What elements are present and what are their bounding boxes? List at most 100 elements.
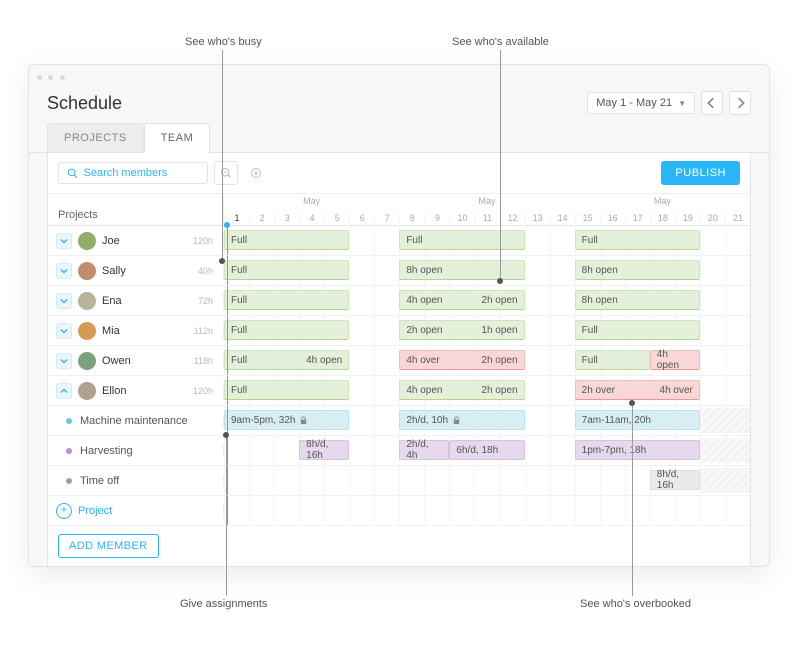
search-input-wrap[interactable] (58, 162, 208, 184)
assignment-block[interactable]: 8h/d, 16h (650, 470, 700, 490)
toolbar: PUBLISH (48, 153, 750, 194)
search-input[interactable] (84, 167, 200, 179)
callout-overbooked: See who's overbooked (580, 598, 691, 610)
availability-block[interactable]: Full (224, 320, 349, 340)
callout-busy-line (222, 50, 223, 258)
collapse-toggle[interactable] (56, 383, 72, 399)
chevron-down-icon (60, 327, 68, 335)
availability-block[interactable]: Full (575, 230, 700, 250)
expand-toggle[interactable] (56, 233, 72, 249)
day-col: 6 (349, 213, 374, 223)
day-col: 16 (600, 213, 625, 223)
availability-block[interactable]: 4h open2h open (399, 380, 524, 400)
assignment-block[interactable]: 1pm-7pm, 18h (575, 440, 700, 460)
availability-block[interactable]: 8h open (575, 260, 700, 280)
expand-toggle[interactable] (56, 263, 72, 279)
day-col: 10 (449, 213, 474, 223)
callout-busy: See who's busy (185, 36, 262, 48)
availability-block[interactable]: Full4h open (224, 350, 349, 370)
add-button[interactable] (244, 161, 268, 185)
availability-block[interactable]: 8h open (575, 290, 700, 310)
availability-block[interactable]: Full (224, 230, 349, 250)
availability-block[interactable]: 8h open (399, 260, 524, 280)
day-col: 3 (274, 213, 299, 223)
member-name: Owen (102, 355, 131, 367)
project-name: Time off (80, 475, 119, 487)
next-button[interactable] (729, 91, 751, 115)
tab-projects[interactable]: PROJECTS (47, 123, 144, 152)
member-timeline: Full 2h open1h open Full (224, 316, 750, 345)
day-col: 8 (399, 213, 424, 223)
member-name: Sally (102, 265, 126, 277)
day-col: 20 (700, 213, 725, 223)
availability-block[interactable]: Full (224, 290, 349, 310)
assignment-block[interactable]: 8h/d, 16h (299, 440, 349, 460)
schedule-grid: Projects MayMayMay 123456789101112131415… (48, 194, 750, 567)
assignment-block[interactable]: 6h/d, 18h (449, 440, 524, 460)
day-col: 13 (525, 213, 550, 223)
project-timeline: 8h/d, 16h 2h/d, 4h6h/d, 18h 1pm-7pm, 18h (224, 436, 750, 465)
plus-circle-icon (250, 167, 262, 179)
plus-circle-icon: + (56, 503, 72, 519)
availability-block[interactable]: 4h open2h open (399, 290, 524, 310)
month-label: May (654, 196, 671, 206)
expand-toggle[interactable] (56, 353, 72, 369)
month-label: May (303, 196, 320, 206)
member-name: Ena (102, 295, 122, 307)
member-row: Ena 72h Full 4h open2h open 8h open (48, 286, 750, 316)
chevron-down-icon (60, 267, 68, 275)
project-bullet (66, 478, 72, 484)
avatar (78, 382, 96, 400)
non-working-hatch (700, 408, 750, 433)
day-col: 17 (625, 213, 650, 223)
filter-button[interactable] (214, 161, 238, 185)
grid-header-left: Projects (48, 194, 224, 225)
project-bullet (66, 448, 72, 454)
traffic-light-dot (60, 75, 65, 80)
availability-block[interactable]: Full (575, 320, 700, 340)
callout-overbooked-line (632, 406, 633, 596)
member-timeline: Full Full Full (224, 226, 750, 255)
traffic-light-dot (37, 75, 42, 80)
grid-header: Projects MayMayMay 123456789101112131415… (48, 194, 750, 226)
date-range-picker[interactable]: May 1 - May 21 ▼ (587, 92, 695, 114)
assignment-block[interactable]: 2h/d, 4h (399, 440, 449, 460)
member-hours: 120h (193, 236, 213, 246)
availability-block[interactable]: 4h over2h open (399, 350, 524, 370)
publish-button[interactable]: PUBLISH (661, 161, 740, 185)
assignment-block[interactable]: 2h/d, 10h (399, 410, 524, 430)
expand-toggle[interactable] (56, 323, 72, 339)
project-row: Time off 8h/d, 16h (48, 466, 750, 496)
project-name: Machine maintenance (80, 415, 188, 427)
traffic-light-dot (48, 75, 53, 80)
member-hours: 120h (193, 386, 213, 396)
assignment-block[interactable]: 7am-11am, 20h (575, 410, 700, 430)
add-project-row[interactable]: + Project (48, 496, 750, 526)
add-project-label: Project (78, 505, 112, 517)
expand-toggle[interactable] (56, 293, 72, 309)
availability-block[interactable]: Full (399, 230, 524, 250)
assignment-block[interactable]: 9am-5pm, 32h (224, 410, 349, 430)
lock-icon (452, 416, 461, 425)
add-member-button[interactable]: ADD MEMBER (58, 534, 159, 558)
chevron-up-icon (60, 387, 68, 395)
availability-block[interactable]: 2h over4h over (575, 380, 700, 400)
day-col: 1 (224, 213, 249, 223)
member-hours: 72h (198, 296, 213, 306)
availability-block[interactable]: Full (224, 380, 349, 400)
member-timeline: Full4h open 4h over2h open Full4h open (224, 346, 750, 375)
callout-available-line (500, 50, 501, 278)
tab-team[interactable]: TEAM (144, 123, 211, 153)
prev-button[interactable] (701, 91, 723, 115)
availability-block[interactable]: Full (224, 260, 349, 280)
project-timeline: 8h/d, 16h (224, 466, 750, 495)
chevron-left-icon (706, 97, 718, 109)
member-timeline: Full 4h open2h open 2h over4h over (224, 376, 750, 405)
availability-block[interactable]: 4h open (650, 350, 700, 370)
availability-block[interactable]: 2h open1h open (399, 320, 524, 340)
avatar (78, 352, 96, 370)
availability-block[interactable]: Full (575, 350, 650, 370)
member-hours: 112h (194, 326, 213, 336)
day-col: 14 (550, 213, 575, 223)
avatar (78, 232, 96, 250)
